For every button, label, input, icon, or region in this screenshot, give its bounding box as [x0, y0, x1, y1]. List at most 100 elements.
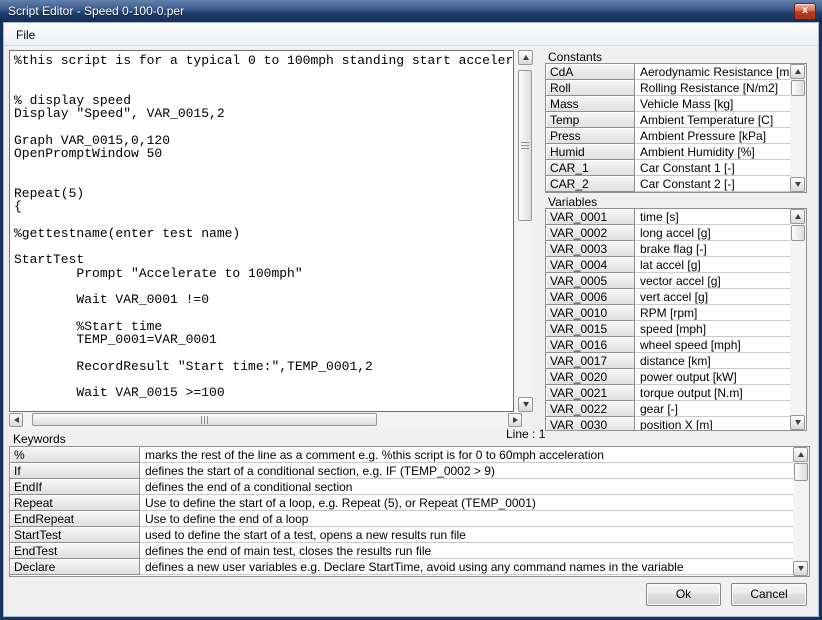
constants-scroll-thumb[interactable]	[791, 80, 805, 96]
table-row[interactable]: VAR_0010RPM [rpm]	[546, 305, 790, 321]
arrow-down-icon	[795, 420, 801, 425]
scroll-down-button[interactable]	[790, 177, 805, 192]
keyword-name: Repeat	[10, 495, 140, 511]
table-row[interactable]: StartTestused to define the start of a t…	[10, 527, 793, 543]
constant-desc: Aerodynamic Resistance [m2]	[635, 64, 790, 80]
scroll-up-button[interactable]	[790, 64, 805, 79]
scroll-down-button[interactable]	[793, 561, 808, 576]
scroll-down-button[interactable]	[518, 397, 533, 412]
scroll-down-button[interactable]	[790, 415, 805, 430]
window-title: Script Editor - Speed 0-100-0.per	[8, 4, 184, 18]
keywords-scrollbar[interactable]	[793, 447, 809, 576]
arrow-up-icon	[795, 214, 801, 219]
keywords-scroll-thumb[interactable]	[794, 463, 808, 481]
table-row[interactable]: %marks the rest of the line as a comment…	[10, 447, 793, 463]
variable-desc: RPM [rpm]	[635, 305, 790, 321]
table-row[interactable]: VAR_0021torque output [N.m]	[546, 385, 790, 401]
scroll-left-button[interactable]	[9, 413, 23, 427]
close-button[interactable]: x	[794, 3, 816, 20]
editor-hscroll-thumb[interactable]	[32, 413, 377, 426]
constant-name: Humid	[546, 144, 635, 160]
keyword-desc: Use to define the end of a loop	[140, 511, 793, 527]
constant-desc: Ambient Pressure [kPa]	[635, 128, 790, 144]
table-row[interactable]: VAR_0001time [s]	[546, 209, 790, 225]
table-row[interactable]: EndIfdefines the end of a conditional se…	[10, 479, 793, 495]
table-row[interactable]: Ifdefines the start of a conditional sec…	[10, 463, 793, 479]
table-row[interactable]: CAR_1Car Constant 1 [-]	[546, 160, 790, 176]
table-row[interactable]: PressAmbient Pressure [kPa]	[546, 128, 790, 144]
variables-scroll-thumb[interactable]	[791, 225, 805, 241]
scroll-right-button[interactable]	[508, 413, 522, 427]
variable-name: VAR_0021	[546, 385, 635, 401]
script-code-editor[interactable]: %this script is for a typical 0 to 100mp…	[9, 50, 514, 412]
variable-desc: position X [m]	[635, 417, 790, 430]
constants-label: Constants	[548, 50, 602, 64]
scroll-up-button[interactable]	[518, 50, 533, 65]
constant-name: Mass	[546, 96, 635, 112]
arrow-right-icon	[513, 417, 518, 423]
table-row[interactable]: VAR_0017distance [km]	[546, 353, 790, 369]
keyword-desc: Use to define the start of a loop, e.g. …	[140, 495, 793, 511]
variable-desc: brake flag [-]	[635, 241, 790, 257]
close-icon: x	[802, 5, 808, 16]
variable-desc: wheel speed [mph]	[635, 337, 790, 353]
keyword-name: EndIf	[10, 479, 140, 495]
table-row[interactable]: VAR_0004lat accel [g]	[546, 257, 790, 273]
constant-desc: Car Constant 2 [-]	[635, 176, 790, 192]
constants-list: CdAAerodynamic Resistance [m2] RollRolli…	[545, 63, 807, 193]
menu-bar	[4, 23, 818, 46]
table-row[interactable]: VAR_0030position X [m]	[546, 417, 790, 430]
variable-name: VAR_0016	[546, 337, 635, 353]
titlebar[interactable]: Script Editor - Speed 0-100-0.per x	[0, 0, 822, 23]
table-row[interactable]: VAR_0015speed [mph]	[546, 321, 790, 337]
thumb-grip-icon	[521, 142, 529, 150]
constants-scrollbar[interactable]	[790, 64, 806, 192]
variable-name: VAR_0022	[546, 401, 635, 417]
table-row[interactable]: RepeatUse to define the start of a loop,…	[10, 495, 793, 511]
arrow-up-icon	[798, 452, 804, 457]
table-row[interactable]: CAR_2Car Constant 2 [-]	[546, 176, 790, 192]
variables-list: VAR_0001time [s] VAR_0002long accel [g] …	[545, 208, 807, 431]
table-row[interactable]: TempAmbient Temperature [C]	[546, 112, 790, 128]
constant-name: Temp	[546, 112, 635, 128]
keyword-desc: defines a new user variables e.g. Declar…	[140, 559, 793, 575]
editor-vertical-scrollbar[interactable]	[517, 50, 534, 412]
table-row[interactable]: Declaredefines a new user variables e.g.…	[10, 559, 793, 575]
table-row[interactable]: VAR_0022gear [-]	[546, 401, 790, 417]
table-row[interactable]: HumidAmbient Humidity [%]	[546, 144, 790, 160]
variable-name: VAR_0030	[546, 417, 635, 430]
table-row[interactable]: VAR_0006vert accel [g]	[546, 289, 790, 305]
cancel-button[interactable]: Cancel	[731, 583, 807, 606]
scroll-up-button[interactable]	[793, 447, 808, 462]
constant-name: CAR_1	[546, 160, 635, 176]
table-row[interactable]: VAR_0005vector accel [g]	[546, 273, 790, 289]
editor-vscroll-thumb[interactable]	[518, 70, 532, 221]
arrow-down-icon	[795, 182, 801, 187]
menu-item-file[interactable]: File	[9, 26, 42, 44]
table-row[interactable]: CdAAerodynamic Resistance [m2]	[546, 64, 790, 80]
table-row[interactable]: VAR_0016wheel speed [mph]	[546, 337, 790, 353]
table-row[interactable]: VAR_0003brake flag [-]	[546, 241, 790, 257]
scroll-up-button[interactable]	[790, 209, 805, 224]
editor-horizontal-scrollbar[interactable]	[9, 412, 522, 428]
table-row[interactable]: EndRepeatUse to define the end of a loop	[10, 511, 793, 527]
keyword-name: Declare	[10, 559, 140, 575]
variable-name: VAR_0006	[546, 289, 635, 305]
variable-desc: speed [mph]	[635, 321, 790, 337]
arrow-down-icon	[798, 566, 804, 571]
table-row[interactable]: RollRolling Resistance [N/m2]	[546, 80, 790, 96]
keywords-list: %marks the rest of the line as a comment…	[9, 446, 810, 577]
variable-name: VAR_0003	[546, 241, 635, 257]
ok-button[interactable]: Ok	[646, 583, 721, 606]
table-row[interactable]: EndTestdefines the end of main test, clo…	[10, 543, 793, 559]
variables-scrollbar[interactable]	[790, 209, 806, 430]
table-row[interactable]: VAR_0002long accel [g]	[546, 225, 790, 241]
table-row[interactable]: MassVehicle Mass [kg]	[546, 96, 790, 112]
constant-name: CAR_2	[546, 176, 635, 192]
variable-name: VAR_0020	[546, 369, 635, 385]
keyword-name: If	[10, 463, 140, 479]
constant-desc: Ambient Humidity [%]	[635, 144, 790, 160]
constant-name: CdA	[546, 64, 635, 80]
table-row[interactable]: VAR_0020power output [kW]	[546, 369, 790, 385]
keyword-name: EndRepeat	[10, 511, 140, 527]
